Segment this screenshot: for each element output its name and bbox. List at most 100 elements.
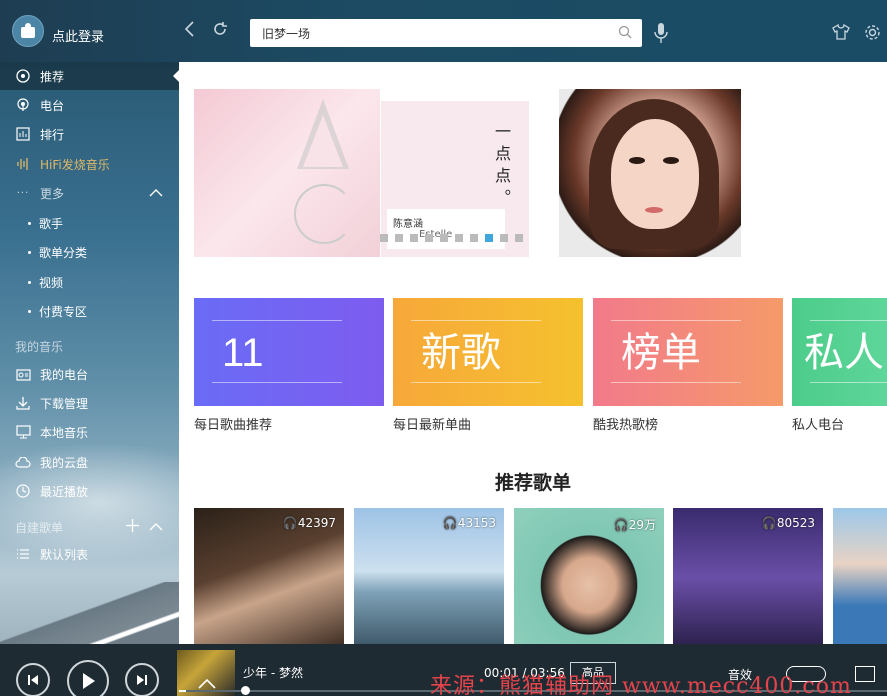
monitor-icon [15,424,31,440]
avatar[interactable] [12,15,44,47]
playlist-card[interactable]: 🎧29万 [514,508,664,644]
top-bar: 点此登录 [0,0,887,62]
chevron-up-icon[interactable] [149,185,163,201]
carousel-dot[interactable] [410,234,418,242]
banner-carousel[interactable]: 一点点。 陈意涵 Estelle [194,89,741,257]
next-button[interactable] [125,663,159,696]
playlist-button[interactable] [855,666,875,682]
tile-new-songs[interactable]: 新歌 [393,298,583,406]
headphone-icon: 🎧 [442,516,458,530]
tile-label[interactable]: 私人电台 [792,414,844,433]
sidebar-item-ranking[interactable]: 排行 [0,120,179,148]
sidebar-item-label: 下载管理 [40,396,89,411]
sidebar-item-video[interactable]: 视频 [0,268,179,296]
sidebar-item-label: 付费专区 [39,304,88,319]
sidebar-item-paid[interactable]: 付费专区 [0,297,179,325]
chevron-left-icon [184,21,194,37]
login-link[interactable]: 点此登录 [52,26,104,45]
sidebar-item-cloud-disk[interactable]: 我的云盘 [0,448,179,476]
arc-decoration [294,184,354,244]
road-decoration [0,582,179,644]
sidebar-item-label: 默认列表 [40,547,89,562]
playlist-card[interactable]: 🎧42397 [194,508,344,644]
tile-divider [212,382,342,383]
sidebar-item-downloads[interactable]: 下载管理 [0,389,179,417]
sidebar-item-hifi[interactable]: HiFi发烧音乐 [0,150,179,178]
sidebar-item-my-radio[interactable]: 我的电台 [0,360,179,388]
sidebar-item-recent[interactable]: 最近播放 [0,477,179,505]
carousel-dot[interactable] [425,234,433,242]
sidebar-item-default-list[interactable]: 默认列表 [0,540,179,568]
add-playlist-button[interactable] [126,518,139,536]
playlist-card[interactable] [833,508,887,644]
sidebar-item-more[interactable]: ··· 更多 [0,179,179,207]
play-count-value: 42397 [297,516,336,530]
watermark: 来源：熊猫辅助网 www.mecc400.com [430,674,852,696]
skin-button[interactable] [832,23,850,43]
list-icon [15,546,31,562]
search-box[interactable] [250,19,642,47]
carousel-dot[interactable] [455,234,463,242]
tile-private-radio[interactable]: 私人 [792,298,887,406]
chart-icon [15,126,31,142]
carousel-dot[interactable] [440,234,448,242]
carousel-dot[interactable] [485,234,493,242]
triangle-decoration [303,115,343,167]
custom-playlists-heading: 自建歌单 [0,514,179,540]
headphone-icon: 🎧 [761,516,777,530]
carousel-dot[interactable] [515,234,523,242]
progress-knob[interactable] [241,686,250,695]
play-count: 🎧80523 [762,516,815,530]
banner-slide-3[interactable] [559,89,741,257]
banner-slide-1[interactable] [194,89,380,257]
radio-box-icon [15,366,31,382]
tile-big-text: 私人 [804,331,884,375]
clock-icon [15,483,31,499]
bullet-icon [28,221,31,225]
voice-search-button[interactable] [653,22,669,47]
carousel-dot[interactable] [500,234,508,242]
tile-divider [212,320,342,321]
carousel-dot[interactable] [380,234,388,242]
sidebar-item-local-music[interactable]: 本地音乐 [0,418,179,446]
tile-label[interactable]: 酷我热歌榜 [593,414,658,433]
sidebar-item-label: 排行 [40,127,65,142]
tile-divider [810,382,887,383]
carousel-dot[interactable] [395,234,403,242]
play-count-value: 80523 [776,516,815,530]
play-count-value: 43153 [457,516,496,530]
tile-divider [411,382,541,383]
search-input[interactable] [250,19,590,47]
tile-charts[interactable]: 榜单 [593,298,783,406]
chevron-up-icon[interactable] [149,519,163,535]
previous-button[interactable] [16,663,50,696]
sidebar-item-label: 我的电台 [40,367,89,382]
download-icon [15,395,31,411]
portrait-eye [629,157,645,164]
playlist-card[interactable]: 🎧43153 [354,508,504,644]
ellipsis-icon: ··· [16,187,30,199]
sidebar-item-recommend[interactable]: 推荐 [0,62,179,90]
sidebar-item-label: 歌手 [39,216,64,231]
tile-daily-recommend[interactable]: 11 [194,298,384,406]
tile-label[interactable]: 每日歌曲推荐 [194,414,272,433]
carousel-indicators [380,234,523,242]
playlist-card[interactable]: 🎧80523 [673,508,823,644]
play-count: 🎧29万 [614,516,656,533]
tile-big-text: 11 [222,331,264,375]
play-count: 🎧42397 [283,516,336,530]
tile-label[interactable]: 每日最新单曲 [393,414,471,433]
search-icon[interactable] [618,25,632,39]
play-button[interactable] [67,660,109,696]
sidebar-item-playlist-category[interactable]: 歌单分类 [0,238,179,266]
sidebar-item-singers[interactable]: 歌手 [0,209,179,237]
play-count-value: 29万 [628,518,656,532]
carousel-dot[interactable] [470,234,478,242]
back-button[interactable] [183,20,195,44]
cloud-icon [15,454,31,470]
sidebar-item-radio[interactable]: 电台 [0,91,179,119]
sidebar-item-label: HiFi发烧音乐 [40,157,110,172]
song-title[interactable]: 少年 - 梦然 [243,664,303,681]
settings-button[interactable] [864,24,881,44]
refresh-button[interactable] [211,20,229,44]
